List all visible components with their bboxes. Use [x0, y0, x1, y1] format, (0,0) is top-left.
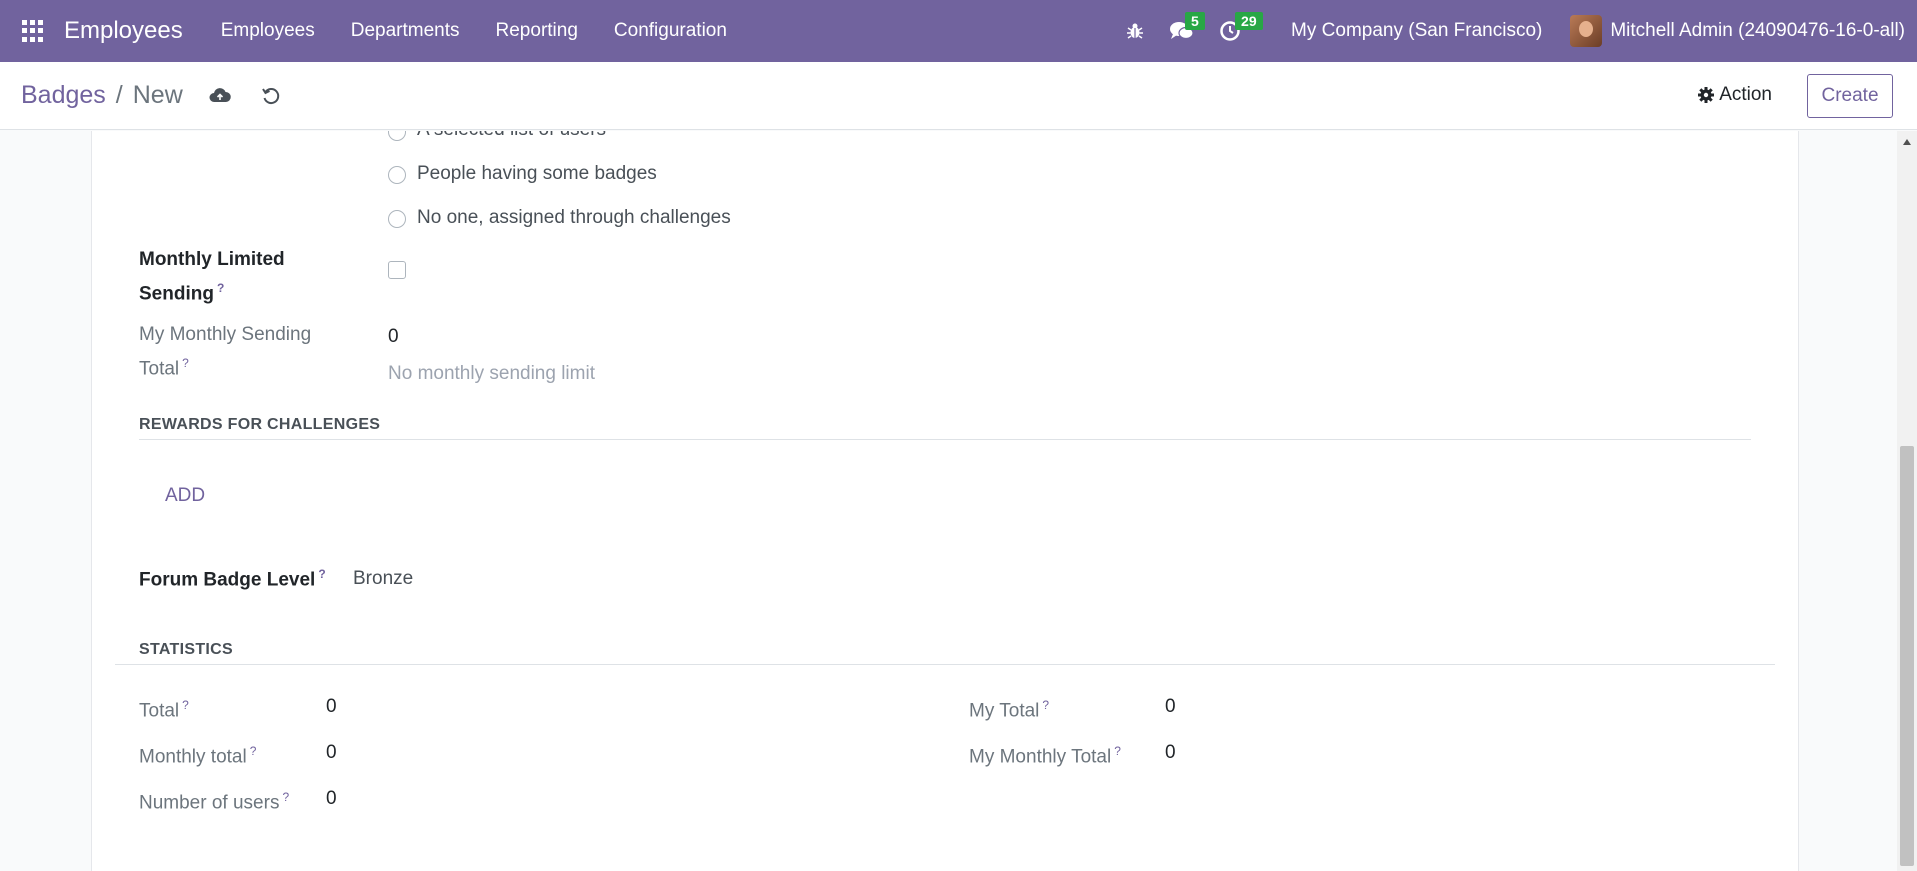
activities-count-badge: 29 [1235, 12, 1263, 30]
radio-label-selected-users: A selected list of users [417, 131, 606, 141]
top-navbar: Employees Employees Departments Reportin… [0, 0, 1917, 62]
control-panel: Badges / New Action Create [0, 62, 1917, 130]
no-monthly-limit-text: No monthly sending limit [388, 363, 595, 384]
menu-departments[interactable]: Departments [333, 20, 478, 42]
app-brand[interactable]: Employees [64, 17, 183, 45]
forum-badge-level-select[interactable]: Bronze [353, 568, 413, 590]
rewards-section-title: REWARDS FOR CHALLENGES [139, 416, 381, 433]
radio-people-badges[interactable] [388, 166, 406, 184]
navbar-systray: 5 29 My Company (San Francisco) Mitchell… [1125, 0, 1917, 62]
scrollbar-thumb[interactable] [1900, 446, 1914, 866]
menu-configuration[interactable]: Configuration [596, 20, 745, 42]
my-monthly-total-label: My Monthly Total? [969, 744, 1121, 768]
my-total-label: My Total? [969, 698, 1050, 722]
action-menu-button[interactable]: Action [1697, 84, 1772, 106]
rewards-divider [139, 439, 1751, 440]
help-tooltip-icon[interactable]: ? [182, 356, 189, 370]
create-button[interactable]: Create [1807, 74, 1893, 118]
help-tooltip-icon[interactable]: ? [1042, 698, 1049, 712]
gear-icon [1698, 87, 1715, 103]
scroll-up-arrow-icon[interactable] [1903, 139, 1911, 145]
radio-label-people-badges: People having some badges [417, 163, 657, 184]
my-monthly-sending-total-value: 0 [388, 326, 399, 347]
undo-icon[interactable] [261, 86, 281, 106]
company-switcher[interactable]: My Company (San Francisco) [1291, 20, 1542, 42]
forum-badge-level-label: Forum Badge Level? [139, 567, 326, 591]
messages-count-badge: 5 [1185, 12, 1205, 30]
total-value: 0 [326, 696, 337, 717]
vertical-scrollbar[interactable] [1897, 131, 1917, 871]
breadcrumb-current: New [132, 81, 183, 109]
breadcrumb-separator: / [115, 81, 123, 109]
help-tooltip-icon[interactable]: ? [318, 567, 325, 581]
help-tooltip-icon[interactable]: ? [282, 790, 289, 804]
breadcrumb-badges-link[interactable]: Badges [21, 81, 106, 110]
action-label: Action [1719, 84, 1772, 105]
menu-employees[interactable]: Employees [203, 20, 333, 42]
help-tooltip-icon[interactable]: ? [217, 281, 224, 295]
my-monthly-total-value: 0 [1165, 742, 1176, 763]
main-menu: Employees Departments Reporting Configur… [203, 20, 745, 42]
user-avatar[interactable] [1570, 15, 1603, 47]
user-menu[interactable]: Mitchell Admin (24090476-16-0-all) [1610, 20, 1905, 42]
breadcrumb: Badges / New [21, 81, 183, 110]
statistics-section-title: STATISTICS [139, 641, 233, 658]
help-tooltip-icon[interactable]: ? [1114, 744, 1121, 758]
radio-no-one[interactable] [388, 210, 406, 228]
add-reward-link[interactable]: ADD [165, 485, 205, 507]
number-of-users-label: Number of users? [139, 790, 290, 814]
my-total-value: 0 [1165, 696, 1176, 717]
form-sheet: A selected list of users People having s… [91, 131, 1799, 871]
monthly-total-value: 0 [326, 742, 337, 763]
help-tooltip-icon[interactable]: ? [250, 744, 257, 758]
cloud-upload-icon[interactable] [209, 87, 231, 105]
clock-icon[interactable]: 29 [1219, 12, 1263, 42]
bug-icon[interactable] [1125, 21, 1145, 41]
radio-label-no-one: No one, assigned through challenges [417, 207, 731, 228]
number-of-users-value: 0 [326, 788, 337, 809]
my-monthly-sending-total-label: My Monthly Sending Total? [139, 324, 312, 380]
monthly-limited-sending-label: Monthly Limited Sending? [139, 249, 285, 305]
monthly-limited-sending-checkbox[interactable] [388, 261, 406, 279]
help-tooltip-icon[interactable]: ? [182, 698, 189, 712]
form-content: A selected list of users People having s… [0, 131, 1897, 871]
apps-grid-icon[interactable] [22, 20, 44, 42]
monthly-total-label: Monthly total? [139, 744, 257, 768]
chat-icon[interactable]: 5 [1169, 12, 1205, 42]
radio-selected-users[interactable] [388, 131, 406, 141]
total-label: Total? [139, 698, 189, 722]
statistics-divider [115, 664, 1775, 665]
menu-reporting[interactable]: Reporting [478, 20, 596, 42]
